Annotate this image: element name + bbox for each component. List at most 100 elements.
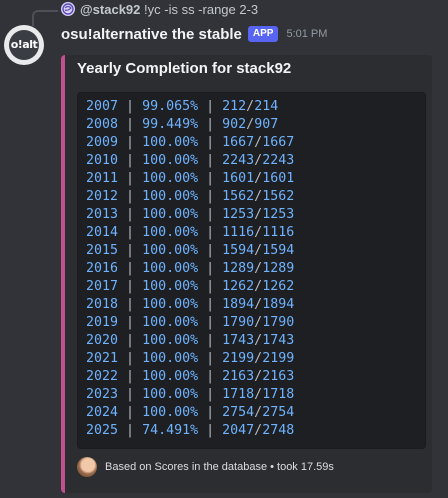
row-year: 2020: [86, 333, 119, 348]
row-done: 212: [222, 99, 247, 114]
row-separator: /: [254, 153, 263, 168]
row-done: 2047: [222, 423, 255, 438]
row-separator: /: [254, 225, 263, 240]
row-separator: |: [198, 117, 223, 132]
row-done: 1718: [222, 387, 255, 402]
row-year: 2008: [86, 117, 119, 132]
row-year: 2013: [86, 207, 119, 222]
row-separator: |: [118, 297, 143, 312]
row-done: 2163: [222, 369, 255, 384]
row-separator: /: [254, 207, 263, 222]
completion-row: 2012 | 100.00% | 1562/1562: [86, 188, 425, 206]
row-total: 1289: [262, 261, 295, 276]
completion-row: 2009 | 100.00% | 1667/1667: [86, 134, 425, 152]
row-year: 2018: [86, 297, 119, 312]
row-separator: |: [118, 369, 143, 384]
row-done: 902: [222, 117, 247, 132]
completion-code-block: 2007 | 99.065% | 212/214 2008 | 99.449% |…: [77, 92, 426, 449]
completion-row: 2024 | 100.00% | 2754/2754: [86, 404, 425, 422]
row-pct: 100.00%: [142, 315, 199, 330]
row-total: 2163: [262, 369, 295, 384]
completion-row: 2010 | 100.00% | 2243/2243: [86, 152, 425, 170]
message-timestamp[interactable]: 5:01 PM: [286, 28, 327, 40]
row-pct: 99.449%: [142, 117, 199, 132]
row-total: 2243: [262, 153, 295, 168]
row-done: 1116: [222, 225, 255, 240]
row-pct: 100.00%: [142, 171, 199, 186]
row-total: 1116: [262, 225, 295, 240]
app-badge: APP: [247, 26, 279, 42]
row-separator: |: [118, 243, 143, 258]
reply-preview[interactable]: @stack92 !yc -is ss -range 2-3: [80, 2, 258, 17]
author-name[interactable]: osu!alternative the stable: [61, 26, 242, 43]
row-separator: |: [198, 351, 223, 366]
row-separator: /: [246, 117, 255, 132]
row-year: 2015: [86, 243, 119, 258]
row-separator: |: [118, 207, 143, 222]
row-done: 2754: [222, 405, 255, 420]
message-header: osu!alternative the stable APP 5:01 PM: [61, 24, 327, 44]
row-pct: 100.00%: [142, 261, 199, 276]
row-done: 2199: [222, 351, 255, 366]
row-separator: |: [198, 153, 223, 168]
row-year: 2012: [86, 189, 119, 204]
row-pct: 100.00%: [142, 279, 199, 294]
row-total: 1718: [262, 387, 295, 402]
completion-row: 2017 | 100.00% | 1262/1262: [86, 278, 425, 296]
row-pct: 100.00%: [142, 189, 199, 204]
row-separator: |: [198, 135, 223, 150]
row-separator: |: [118, 279, 143, 294]
embed-footer: Based on Scores in the database • took 1…: [77, 457, 334, 477]
embed-title: Yearly Completion for stack92: [77, 60, 292, 77]
row-pct: 99.065%: [142, 99, 199, 114]
row-pct: 100.00%: [142, 153, 199, 168]
row-separator: /: [254, 369, 263, 384]
completion-row: 2018 | 100.00% | 1894/1894: [86, 296, 425, 314]
row-total: 1601: [262, 171, 295, 186]
row-total: 2748: [262, 423, 295, 438]
embed-card: Yearly Completion for stack92 2007 | 99.…: [61, 55, 432, 493]
row-separator: /: [254, 423, 263, 438]
row-total: 214: [254, 99, 279, 114]
row-pct: 100.00%: [142, 333, 199, 348]
completion-row: 2015 | 100.00% | 1594/1594: [86, 242, 425, 260]
row-done: 1594: [222, 243, 255, 258]
row-separator: |: [118, 225, 143, 240]
reply-user-avatar[interactable]: [61, 2, 75, 16]
row-separator: /: [254, 279, 263, 294]
row-year: 2007: [86, 99, 119, 114]
row-year: 2025: [86, 423, 119, 438]
row-separator: |: [118, 261, 143, 276]
row-separator: |: [198, 279, 223, 294]
row-separator: |: [118, 423, 143, 438]
row-done: 1262: [222, 279, 255, 294]
row-separator: |: [198, 423, 223, 438]
footer-text: Based on Scores in the database • took 1…: [105, 461, 334, 473]
row-separator: /: [254, 189, 263, 204]
row-separator: |: [118, 333, 143, 348]
row-pct: 100.00%: [142, 135, 199, 150]
row-total: 1562: [262, 189, 295, 204]
row-total: 1667: [262, 135, 295, 150]
reply-username[interactable]: @stack92: [80, 2, 140, 17]
row-pct: 100.00%: [142, 387, 199, 402]
row-separator: /: [254, 315, 263, 330]
row-total: 2199: [262, 351, 295, 366]
row-pct: 74.491%: [142, 423, 199, 438]
row-year: 2022: [86, 369, 119, 384]
row-total: 2754: [262, 405, 295, 420]
completion-row: 2011 | 100.00% | 1601/1601: [86, 170, 425, 188]
row-pct: 100.00%: [142, 405, 199, 420]
row-separator: |: [198, 207, 223, 222]
row-separator: |: [118, 99, 143, 114]
row-total: 1262: [262, 279, 295, 294]
row-total: 1253: [262, 207, 295, 222]
row-total: 907: [254, 117, 279, 132]
completion-row: 2007 | 99.065% | 212/214: [86, 98, 425, 116]
row-year: 2017: [86, 279, 119, 294]
row-separator: |: [118, 171, 143, 186]
row-year: 2019: [86, 315, 119, 330]
bot-avatar[interactable]: o!alt: [4, 25, 44, 65]
row-separator: |: [198, 261, 223, 276]
row-done: 1289: [222, 261, 255, 276]
